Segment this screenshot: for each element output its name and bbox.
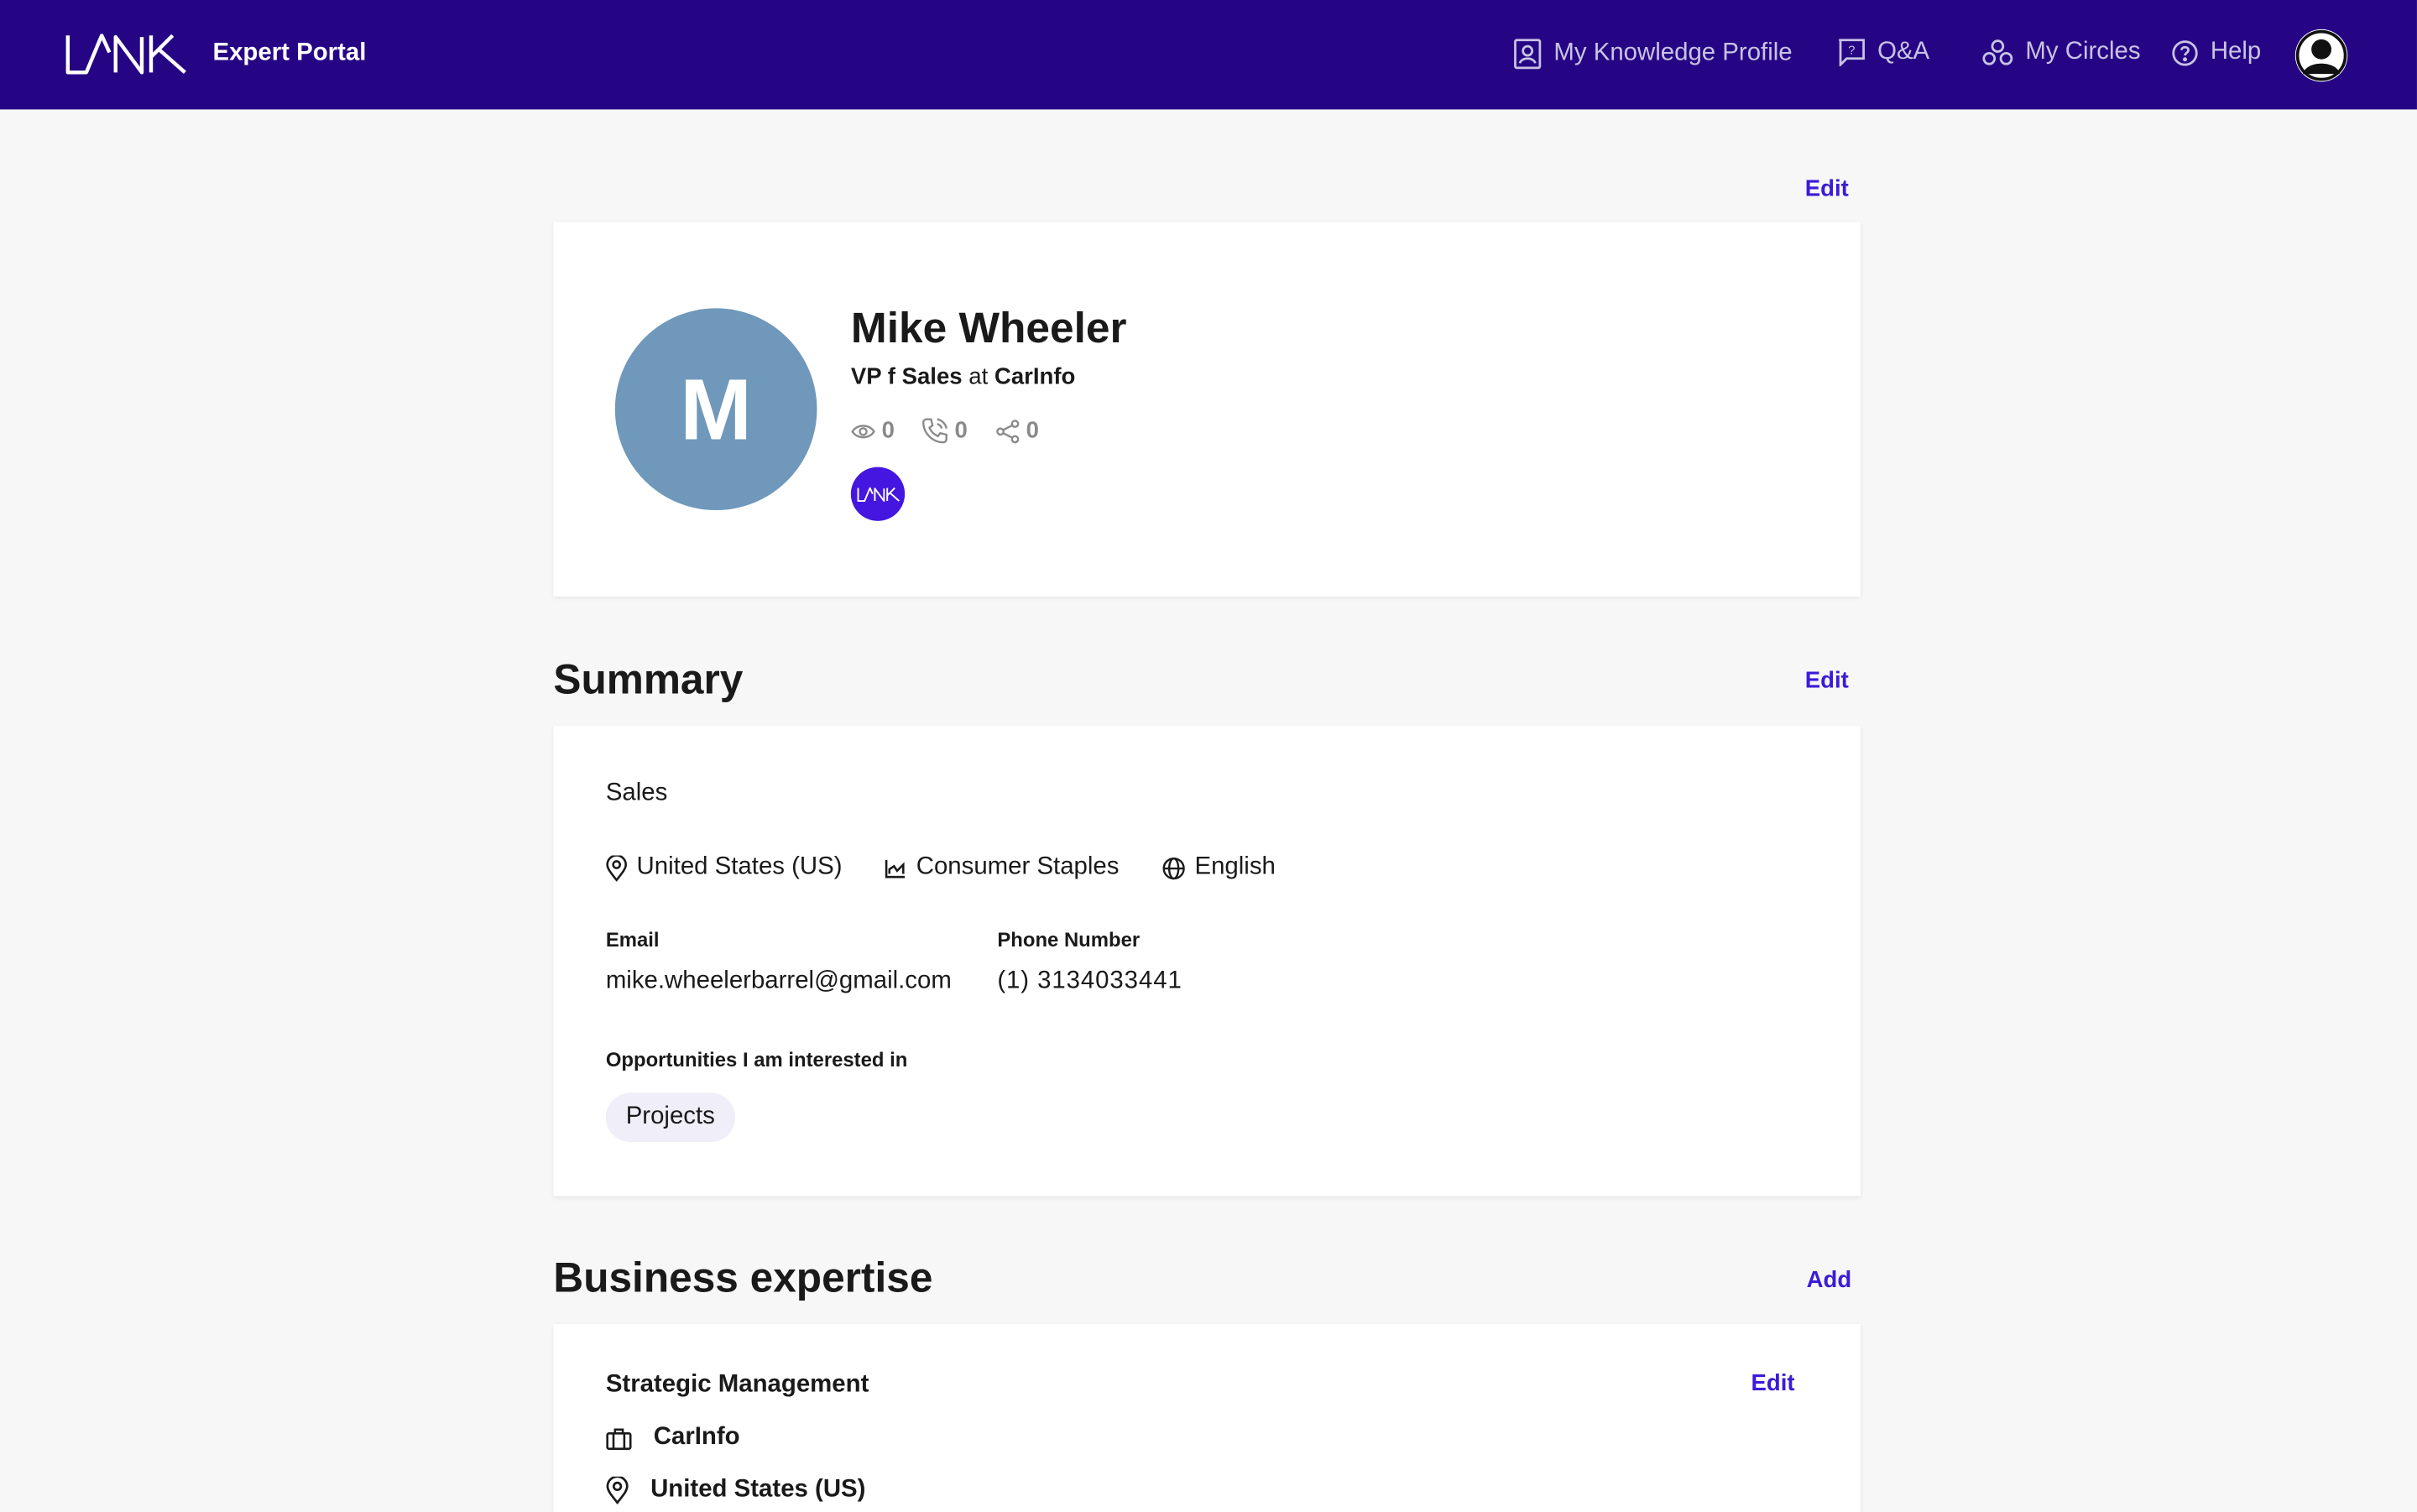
phone-icon: [922, 418, 948, 444]
profile-card: M Mike Wheeler VP f Sales at CarInfo 0 0…: [553, 222, 1861, 597]
profile-role: VP f Sales at CarInfo: [851, 364, 1075, 390]
profile-avatar: M: [614, 308, 817, 511]
phone-label: Phone Number: [997, 927, 1141, 952]
location-meta: United States (US): [606, 854, 843, 882]
expertise-add-link[interactable]: Add: [1807, 1267, 1852, 1293]
nav-label: Help: [2210, 38, 2262, 65]
top-navbar: Expert Portal My Knowledge Profile ? Q&A…: [0, 0, 2417, 110]
share-icon: [995, 419, 1019, 443]
expertise-location-row: United States (US): [606, 1476, 866, 1504]
lynk-badge: [850, 467, 906, 521]
email-value: mike.wheelerbarrel@gmail.com: [605, 967, 952, 994]
opportunities-label: Opportunities I am interested in: [605, 1048, 908, 1071]
expertise-location: United States (US): [650, 1476, 866, 1503]
nav-label: Q&A: [1877, 38, 1930, 65]
opportunity-chip: Projects: [605, 1092, 735, 1143]
summary-function: Sales: [605, 779, 668, 806]
svg-text:?: ?: [1848, 44, 1855, 57]
nav-help[interactable]: Help: [2172, 39, 2261, 66]
profile-stats: 0 0 0: [851, 418, 1039, 444]
calls-stat: 0: [922, 418, 968, 444]
location-pin-icon: [606, 1476, 629, 1504]
profile-name: Mike Wheeler: [850, 303, 1127, 352]
summary-card: Sales United States (US) Consumer Staple…: [553, 726, 1861, 1197]
summary-heading: Summary: [553, 656, 744, 703]
circles-icon: [1982, 39, 2013, 65]
profile-title: VP f Sales: [850, 363, 963, 390]
user-avatar-menu[interactable]: [2294, 29, 2348, 82]
summary-edit-link[interactable]: Edit: [1805, 667, 1849, 693]
qa-icon: ?: [1839, 39, 1865, 66]
user-avatar-icon: [2294, 29, 2348, 82]
lynk-logo[interactable]: [65, 34, 188, 76]
industry-text: Consumer Staples: [916, 853, 1120, 880]
nav-my-knowledge-profile[interactable]: My Knowledge Profile: [1514, 39, 1793, 70]
email-label: Email: [605, 927, 660, 952]
chart-icon: [885, 859, 906, 878]
views-stat: 0: [851, 418, 895, 444]
phone-value: (1) 3134033441: [997, 967, 1182, 994]
nav-qa[interactable]: ? Q&A: [1837, 39, 1929, 66]
calls-count: 0: [954, 417, 968, 445]
profile-edit-link[interactable]: Edit: [1805, 175, 1849, 201]
views-count: 0: [881, 417, 895, 445]
expertise-heading: Business expertise: [553, 1254, 933, 1301]
expertise-company-row: CarInfo: [606, 1424, 740, 1452]
profile-at: at: [968, 363, 989, 390]
profile-icon: [1514, 39, 1542, 70]
eye-icon: [851, 424, 875, 438]
globe-icon: [1162, 857, 1185, 879]
expertise-card: Strategic Management Edit CarInfo United…: [553, 1323, 1861, 1512]
help-icon: [2172, 39, 2198, 65]
location-text: United States (US): [636, 853, 843, 880]
shares-count: 0: [1026, 417, 1039, 445]
shares-stat: 0: [995, 418, 1039, 444]
nav-label: My Knowledge Profile: [1553, 39, 1793, 66]
portal-title: Expert Portal: [212, 39, 367, 66]
nav-label: My Circles: [2025, 38, 2141, 65]
industry-meta: Consumer Staples: [885, 854, 1119, 882]
language-meta: English: [1162, 854, 1276, 882]
briefcase-icon: [606, 1427, 632, 1450]
expertise-title: Strategic Management: [605, 1371, 869, 1399]
profile-company: CarInfo: [994, 363, 1076, 390]
expertise-company: CarInfo: [653, 1424, 740, 1451]
summary-meta-row: United States (US) Consumer Staples Engl…: [606, 854, 1276, 882]
lynk-logo-icon: [856, 486, 900, 502]
language-text: English: [1194, 853, 1276, 880]
nav-my-circles[interactable]: My Circles: [1982, 39, 2141, 66]
location-pin-icon: [606, 854, 627, 881]
expertise-edit-link[interactable]: Edit: [1751, 1370, 1794, 1396]
